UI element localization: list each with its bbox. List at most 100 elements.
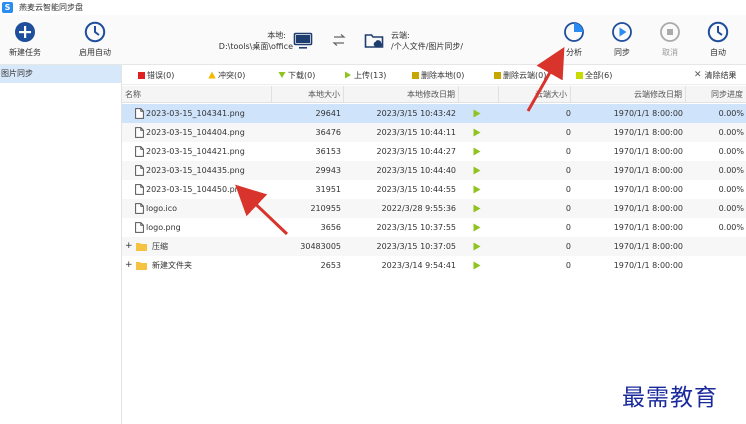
upload-arrow-icon	[473, 166, 481, 175]
all-swatch-icon	[576, 71, 583, 79]
file-table: 名称 本地大小 本地修改日期 云端大小 云端修改日期 同步进度 2023-03-…	[122, 86, 746, 424]
header-cloud-mtime[interactable]: 云端修改日期	[571, 86, 686, 103]
upload-arrow-icon	[473, 261, 481, 270]
auto-label: 自动	[710, 48, 726, 57]
clear-results-button[interactable]: ✕ 清除结果	[694, 65, 737, 85]
cell-progress: 0.00%	[718, 128, 744, 137]
filter-bar: 错误(0) 冲突(0) 下载(0) 上传(13) 删除本地(0) 删除云端(0)…	[122, 65, 746, 85]
sidebar-item-image-sync[interactable]: 图片同步	[0, 65, 121, 83]
header-progress[interactable]: 同步进度	[686, 86, 746, 103]
cell-name: 2023-03-15_104421.png	[146, 147, 245, 156]
folder-icon	[136, 243, 147, 251]
cloud-path-value[interactable]: /个人文件/图片同步/	[391, 41, 463, 52]
table-row[interactable]: logo.ico 210955 2022/3/28 9:55:36 0 1970/1/1…	[122, 199, 746, 218]
table-header: 名称 本地大小 本地修改日期 云端大小 云端修改日期 同步进度	[122, 86, 746, 103]
cell-cloud-mtime: 1970/1/1 8:00:00	[613, 242, 683, 251]
upload-arrow-icon	[473, 185, 481, 194]
monitor-icon[interactable]	[293, 31, 313, 51]
table-row[interactable]: 2023-03-15_104450.png 31951 2023/3/15 10:4…	[122, 180, 746, 199]
header-name[interactable]: 名称	[122, 86, 272, 103]
cell-local-mtime: 2023/3/15 10:44:55	[376, 185, 457, 194]
table-row[interactable]: 2023-03-15_104421.png 36153 2023/3/15 10:4…	[122, 142, 746, 161]
cell-cloud-size: 0	[565, 261, 571, 270]
upload-arrow-icon	[473, 223, 481, 232]
header-local-size[interactable]: 本地大小	[272, 86, 344, 103]
filter-all[interactable]: 全部(6)	[576, 65, 612, 85]
auto-button[interactable]: 自动	[693, 21, 743, 58]
upload-arrow-icon	[473, 147, 481, 156]
cell-local-mtime: 2023/3/14 9:54:41	[381, 261, 456, 270]
auto-start-label: 启用自动	[79, 48, 111, 57]
auto-start-button[interactable]: 启用自动	[70, 21, 120, 58]
cell-name: 2023-03-15_104404.png	[146, 128, 245, 137]
cell-local-mtime: 2023/3/15 10:43:42	[376, 109, 457, 118]
delete-local-swatch-icon	[412, 71, 419, 79]
title-bar: S 燕麦云智能同步盘	[0, 0, 746, 15]
new-task-button[interactable]: 新建任务	[0, 21, 50, 58]
add-circle-icon	[15, 22, 35, 42]
cloud-folder-icon[interactable]	[364, 31, 384, 51]
filter-delete-cloud[interactable]: 删除云端(0)	[494, 65, 546, 85]
header-local-mtime[interactable]: 本地修改日期	[344, 86, 459, 103]
analyze-button[interactable]: 分析	[549, 21, 599, 58]
table-row[interactable]: + 新建文件夹 2653 2023/3/14 9:54:41 0 1970/1/1 8:0…	[122, 256, 746, 275]
cell-cloud-mtime: 1970/1/1 8:00:00	[613, 261, 683, 270]
sync-button[interactable]: 同步	[597, 21, 647, 58]
upload-arrow-icon	[473, 242, 481, 251]
table-row[interactable]: logo.png 3656 2023/3/15 10:37:55 0 1970/1/1 …	[122, 218, 746, 237]
cell-cloud-mtime: 1970/1/1 8:00:00	[613, 128, 683, 137]
pie-chart-icon	[564, 22, 584, 42]
cell-cloud-mtime: 1970/1/1 8:00:00	[613, 147, 683, 156]
cell-cloud-size: 0	[565, 109, 571, 118]
cell-cloud-size: 0	[565, 204, 571, 213]
cell-cloud-size: 0	[565, 166, 571, 175]
analyze-label: 分析	[566, 48, 582, 57]
filter-download-label: 下载(0)	[288, 70, 316, 80]
folder-icon	[136, 262, 147, 270]
cell-progress	[686, 237, 744, 256]
table-row[interactable]: 2023-03-15_104435.png 29943 2023/3/15 10:4…	[122, 161, 746, 180]
cell-local-mtime: 2023/3/15 10:37:05	[376, 242, 457, 251]
upload-arrow-icon	[345, 71, 351, 79]
cell-local-size: 210955	[310, 204, 341, 213]
cell-local-size: 36476	[315, 128, 341, 137]
header-arrow-column	[459, 86, 499, 103]
cancel-label: 取消	[662, 48, 678, 57]
file-icon	[135, 184, 144, 195]
cell-name: 2023-03-15_104450.png	[146, 185, 245, 194]
expand-toggle[interactable]: +	[125, 237, 133, 256]
cell-name: logo.png	[146, 223, 181, 232]
swap-arrows-icon[interactable]	[331, 32, 347, 48]
filter-upload[interactable]: 上传(13)	[344, 65, 386, 85]
table-row[interactable]: + 压缩 30483005 2023/3/15 10:37:05 0 1970/1/1 8…	[122, 237, 746, 256]
filter-download[interactable]: 下载(0)	[278, 65, 315, 85]
cell-local-size: 29943	[315, 166, 341, 175]
expand-toggle[interactable]: +	[125, 256, 133, 275]
app-title: 燕麦云智能同步盘	[19, 3, 83, 12]
cell-progress: 0.00%	[718, 223, 744, 232]
clock-icon	[84, 21, 106, 43]
cell-progress: 0.00%	[718, 147, 744, 156]
cloud-path-label: 云端:	[391, 31, 410, 40]
local-path-label: 本地:	[267, 31, 286, 40]
new-task-label: 新建任务	[9, 48, 41, 57]
filter-conflict[interactable]: 冲突(0)	[208, 65, 245, 85]
cell-cloud-size: 0	[565, 128, 571, 137]
file-icon	[135, 146, 144, 157]
table-row[interactable]: 2023-03-15_104341.png 29641 2023/3/15 10:4…	[122, 104, 746, 123]
filter-error[interactable]: 错误(0)	[138, 65, 174, 85]
cell-cloud-mtime: 1970/1/1 8:00:00	[613, 109, 683, 118]
local-path-value[interactable]: D:\tools\桌面\office	[203, 41, 293, 52]
watermark: 最需教育	[622, 385, 718, 411]
file-icon	[135, 108, 144, 119]
cell-local-size: 3656	[320, 223, 341, 232]
toolbar: 新建任务 启用自动 本地: D:\tools\桌面\office 云端: /个人…	[0, 15, 746, 65]
cancel-button[interactable]: 取消	[645, 21, 695, 58]
filter-delete-local[interactable]: 删除本地(0)	[412, 65, 464, 85]
header-cloud-size[interactable]: 云端大小	[499, 86, 571, 103]
cell-cloud-size: 0	[565, 185, 571, 194]
cell-local-mtime: 2023/3/15 10:44:40	[376, 166, 457, 175]
table-row[interactable]: 2023-03-15_104404.png 36476 2023/3/15 10:4…	[122, 123, 746, 142]
upload-arrow-icon	[473, 204, 481, 213]
cell-name: 2023-03-15_104341.png	[146, 109, 245, 118]
